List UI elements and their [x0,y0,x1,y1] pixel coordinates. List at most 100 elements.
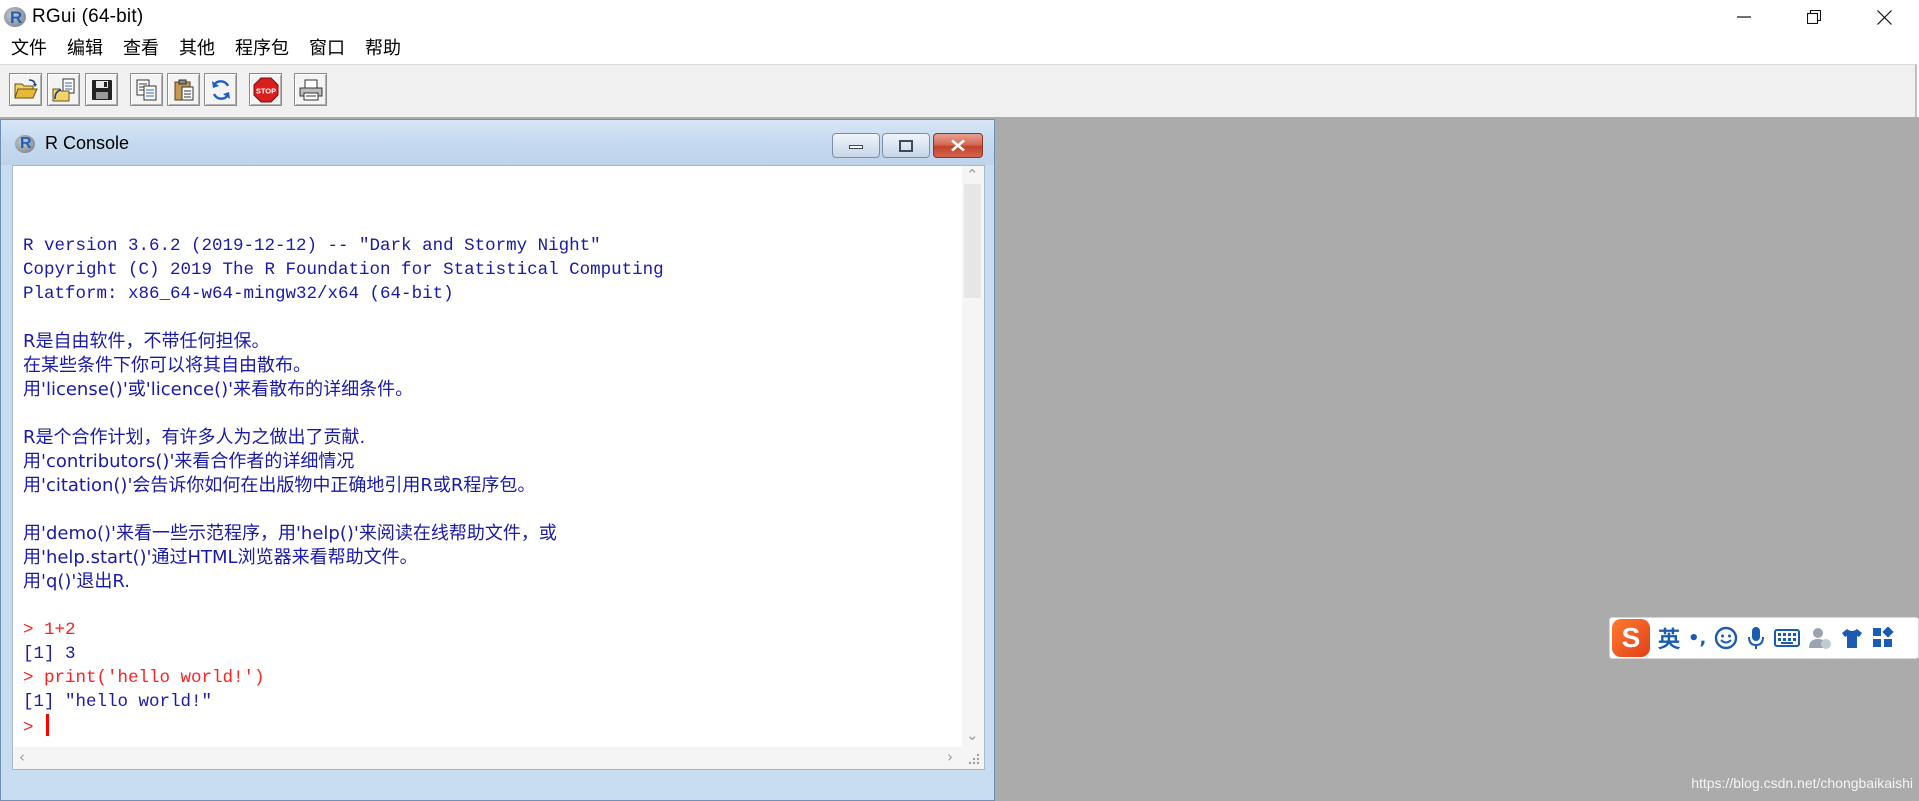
console-output-line: 用'demo()'来看一些示范程序，用'help()'来阅读在线帮助文件，或 [23,522,963,546]
console-line-text: [1] "hello world!" [23,692,213,712]
console-line-text: R是自由软件，不带任何担保。 [23,331,270,352]
console-output-line: Copyright (C) 2019 The R Foundation for … [23,258,963,282]
console-output-line: 用'q()'退出R. [23,570,963,594]
scroll-up-icon[interactable]: ⌃ [966,166,979,184]
scroll-right-icon[interactable]: › [947,748,953,766]
skin-icon[interactable] [1840,617,1864,659]
open-script-icon [13,78,38,98]
console-output-line: 用'contributors()'来看合作者的详细情况 [23,450,963,474]
menu-misc[interactable]: 其他 [168,34,224,64]
microphone-icon[interactable] [1746,617,1766,659]
console-maximize-button[interactable] [882,133,930,158]
console-line-text: > print('hello world!') [23,668,265,688]
console-line-text: R version 3.6.2 (2019-12-12) -- "Dark an… [23,236,601,256]
console-window: R R Console R version 3.6.2 (2019-12-12)… [0,119,995,801]
close-icon [951,139,965,152]
copy-button[interactable] [130,73,163,106]
console-text[interactable]: R version 3.6.2 (2019-12-12) -- "Dark an… [23,210,963,738]
console-line-text: 用'contributors()'来看合作者的详细情况 [23,451,355,472]
save-workspace-icon [91,79,112,100]
console-prompt-line[interactable]: > [23,714,963,738]
sogou-logo-icon[interactable]: S [1612,619,1650,657]
paste-button[interactable] [167,73,200,106]
console-title-bar[interactable]: R R Console [1,120,994,165]
scroll-left-icon[interactable]: ‹ [19,748,25,766]
window-controls [1709,0,1919,34]
console-line-text: > 1+2 [23,620,76,640]
console-line-text: R是个合作计划，有许多人为之做出了贡献. [23,427,366,448]
toolbox-icon[interactable] [1872,617,1895,659]
window-title: RGui (64-bit) [32,6,144,27]
console-line-text: Copyright (C) 2019 The R Foundation for … [23,260,664,280]
user-icon[interactable] [1808,617,1832,659]
console-input-line: > 1+2 [23,618,963,642]
ime-toolbar: S 英 •, [1609,617,1919,659]
scroll-down-icon[interactable]: ⌄ [966,726,979,744]
stop-icon: STOP [253,77,278,102]
watermark: https://blog.csdn.net/chongbaikaishi [1691,775,1913,791]
copy-paste-icon [211,79,230,100]
paste-icon [174,79,193,100]
save-workspace-button[interactable] [85,73,118,106]
r-logo-icon: R [4,7,26,27]
console-output-line: 用'help.start()'通过HTML浏览器来看帮助文件。 [23,546,963,570]
title-bar: R RGui (64-bit) [0,0,1919,34]
console-input-line: > print('hello world!') [23,666,963,690]
copy-icon [136,79,156,100]
console-line-text: [1] 3 [23,644,76,664]
menu-windows[interactable]: 窗口 [298,34,354,64]
console-close-button[interactable] [933,133,983,158]
print-icon [299,79,322,100]
menu-packages[interactable]: 程序包 [224,34,298,64]
stop-label: STOP [255,86,275,95]
menu-edit[interactable]: 编辑 [56,34,112,64]
console-minimize-button[interactable] [832,133,880,158]
minimize-icon [1737,16,1751,18]
scroll-thumb[interactable] [964,184,981,298]
console-title: R Console [45,133,130,153]
console-output-line: [1] 3 [23,642,963,666]
restore-icon [1807,10,1821,24]
console-output-line: 在某些条件下你可以将其自由散布。 [23,354,963,378]
keyboard-icon[interactable] [1774,617,1801,659]
maximize-icon [899,139,913,152]
toolbar: STOP [0,64,1917,118]
vertical-scrollbar[interactable]: ⌃ ⌄ [962,166,984,749]
menu-file[interactable]: 文件 [0,34,56,64]
menu-view[interactable]: 查看 [112,34,168,64]
console-output-line: 用'citation()'会告诉你如何在出版物中正确地引用R或R程序包。 [23,474,963,498]
stop-button[interactable]: STOP [249,73,282,106]
console-line-text: 用'license()'或'licence()'来看散布的详细条件。 [23,379,414,400]
print-button[interactable] [294,73,327,106]
load-workspace-button[interactable] [47,73,80,106]
resize-grip-icon[interactable] [962,747,984,769]
console-line-text: 用'citation()'会告诉你如何在出版物中正确地引用R或R程序包。 [23,475,536,496]
console-line-text: 用'demo()'来看一些示范程序，用'help()'来阅读在线帮助文件，或 [23,523,557,544]
console-line-text: 用'help.start()'通过HTML浏览器来看帮助文件。 [23,547,418,568]
ime-mode-toggle[interactable]: 英 [1658,617,1680,659]
minimize-button[interactable] [1709,0,1779,34]
restore-button[interactable] [1779,0,1849,34]
console-output-line: 用'license()'或'licence()'来看散布的详细条件。 [23,378,963,402]
console-output-line: R是个合作计划，有许多人为之做出了贡献. [23,426,963,450]
r-console-icon: R [15,135,37,155]
open-script-button[interactable] [9,73,42,106]
load-workspace-icon [52,78,74,101]
console-output-line: R是自由软件，不带任何担保。 [23,330,963,354]
menu-bar: 文件 编辑 查看 其他 程序包 窗口 帮助 [0,34,1919,64]
horizontal-scrollbar[interactable]: ‹ › [13,747,964,769]
menu-help[interactable]: 帮助 [354,34,410,64]
close-button[interactable] [1849,0,1919,34]
ime-punctuation-toggle[interactable]: •, [1688,617,1706,659]
copy-paste-button[interactable] [204,73,237,106]
minimize-icon [849,144,863,149]
console-output-area[interactable]: R version 3.6.2 (2019-12-12) -- "Dark an… [12,165,985,770]
console-output-line: [1] "hello world!" [23,690,963,714]
console-line-text: 用'q()'退出R. [23,571,130,592]
console-output-line: R version 3.6.2 (2019-12-12) -- "Dark an… [23,234,963,258]
close-icon [1876,9,1892,25]
emoji-icon[interactable] [1714,617,1738,659]
